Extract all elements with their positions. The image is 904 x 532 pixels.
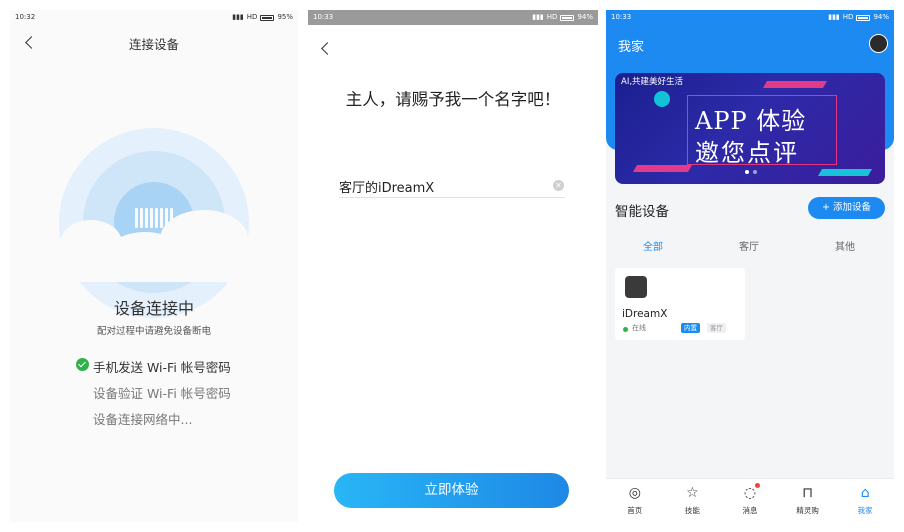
back-chevron-icon[interactable] xyxy=(321,42,334,55)
signal-icon: ▮▮▮ xyxy=(828,13,840,21)
battery-icon xyxy=(856,14,871,21)
bag-icon: ⊓ xyxy=(802,485,814,501)
add-device-button[interactable]: + 添加设备 xyxy=(808,197,885,219)
tab-living-room[interactable]: 客厅 xyxy=(739,238,759,253)
device-name: iDreamX xyxy=(622,308,668,320)
banner-pager xyxy=(745,170,757,174)
home-icon: ⌂ xyxy=(860,485,870,501)
battery-percent: 94% xyxy=(873,13,889,21)
step-3: 设备连接网络中... xyxy=(93,412,193,427)
banner-tagline: AI,共建美好生活 xyxy=(621,77,684,87)
builtin-tag: 内置 xyxy=(681,323,700,333)
device-image xyxy=(625,276,647,298)
connecting-heading: 设备连接中 xyxy=(113,299,194,318)
pager-dot xyxy=(753,170,757,174)
nav-label: 精灵购 xyxy=(796,506,819,515)
avatar[interactable] xyxy=(869,34,888,53)
nav-my-home[interactable]: ⌂ 我家 xyxy=(836,479,894,522)
star-icon: ☆ xyxy=(686,485,699,501)
nav-label: 我家 xyxy=(857,506,873,515)
signal-icon: ▮▮▮ xyxy=(232,13,244,21)
banner-subtitle: 邀您点评 xyxy=(695,139,799,167)
online-dot-icon xyxy=(623,327,628,332)
banner-title: APP 体验 xyxy=(695,107,807,135)
connecting-subtitle: 配对过程中请避免设备断电 xyxy=(96,326,211,337)
page-title: 我家 xyxy=(618,40,645,55)
start-experience-button[interactable]: 立即体验 xyxy=(334,473,569,508)
device-card[interactable]: iDreamX 在线 内置 客厅 xyxy=(615,268,745,340)
clear-icon[interactable]: ✕ xyxy=(553,180,564,191)
nav-label: 消息 xyxy=(742,506,758,515)
status-bar: 10:32 ▮▮▮ HD 95% xyxy=(10,10,298,25)
section-title: 智能设备 xyxy=(615,204,669,220)
nav-home[interactable]: ◎ 首页 xyxy=(606,479,664,522)
room-tag: 客厅 xyxy=(707,323,726,333)
bottom-nav: ◎ 首页 ☆ 技能 ◌ 消息 ⊓ 精灵购 ⌂ 我家 xyxy=(606,478,894,522)
status-time: 10:33 xyxy=(313,13,334,21)
nav-label: 技能 xyxy=(684,506,700,515)
network-label: HD xyxy=(842,13,854,21)
status-time: 10:32 xyxy=(15,13,36,21)
name-prompt-heading: 主人，请赐予我一个名字吧！ xyxy=(345,90,561,109)
notification-dot xyxy=(754,483,760,488)
nav-label: 首页 xyxy=(627,506,643,515)
step-2: 设备验证 Wi-Fi 帐号密码 xyxy=(93,386,231,401)
page-title: 连接设备 xyxy=(128,37,179,52)
cloud-base xyxy=(50,242,260,282)
step-1: 手机发送 Wi-Fi 帐号密码 xyxy=(93,360,231,375)
banner-circle xyxy=(654,91,670,107)
status-time: 10:33 xyxy=(611,13,632,21)
battery-percent: 95% xyxy=(277,13,293,21)
nav-messages[interactable]: ◌ 消息 xyxy=(721,479,779,522)
check-circle-icon xyxy=(76,358,89,371)
promo-banner[interactable]: AI,共建美好生活 APP 体验 邀您点评 xyxy=(615,73,885,184)
network-label: HD xyxy=(246,13,258,21)
banner-stripe xyxy=(762,81,828,88)
banner-stripe xyxy=(817,169,873,176)
status-bar: 10:33 ▮▮▮ HD 94% xyxy=(308,10,598,25)
device-status: 在线 xyxy=(632,324,646,332)
my-home-screen: 10:33 ▮▮▮ HD 94% 我家 AI,共建美好生活 APP 体验 邀您点… xyxy=(606,10,894,522)
device-name-input[interactable] xyxy=(339,176,565,198)
planet-icon: ◎ xyxy=(628,485,641,501)
nav-shop[interactable]: ⊓ 精灵购 xyxy=(779,479,837,522)
nav-skills[interactable]: ☆ 技能 xyxy=(664,479,722,522)
network-label: HD xyxy=(546,13,558,21)
status-bar: 10:33 ▮▮▮ HD 94% xyxy=(606,10,894,25)
battery-icon xyxy=(260,14,275,21)
connect-device-screen: 10:32 ▮▮▮ HD 95% 连接设备 设备连接中 配对过程中请避免设备断电… xyxy=(10,10,298,522)
battery-percent: 94% xyxy=(577,13,593,21)
name-device-screen: 10:33 ▮▮▮ HD 94% 主人，请赐予我一个名字吧！ ✕ 立即体验 xyxy=(308,10,598,522)
pager-dot xyxy=(745,170,749,174)
banner-stripe xyxy=(632,165,693,172)
tab-all[interactable]: 全部 xyxy=(643,238,663,253)
tab-other[interactable]: 其他 xyxy=(835,238,855,253)
signal-icon: ▮▮▮ xyxy=(532,13,544,21)
battery-icon xyxy=(560,14,575,21)
